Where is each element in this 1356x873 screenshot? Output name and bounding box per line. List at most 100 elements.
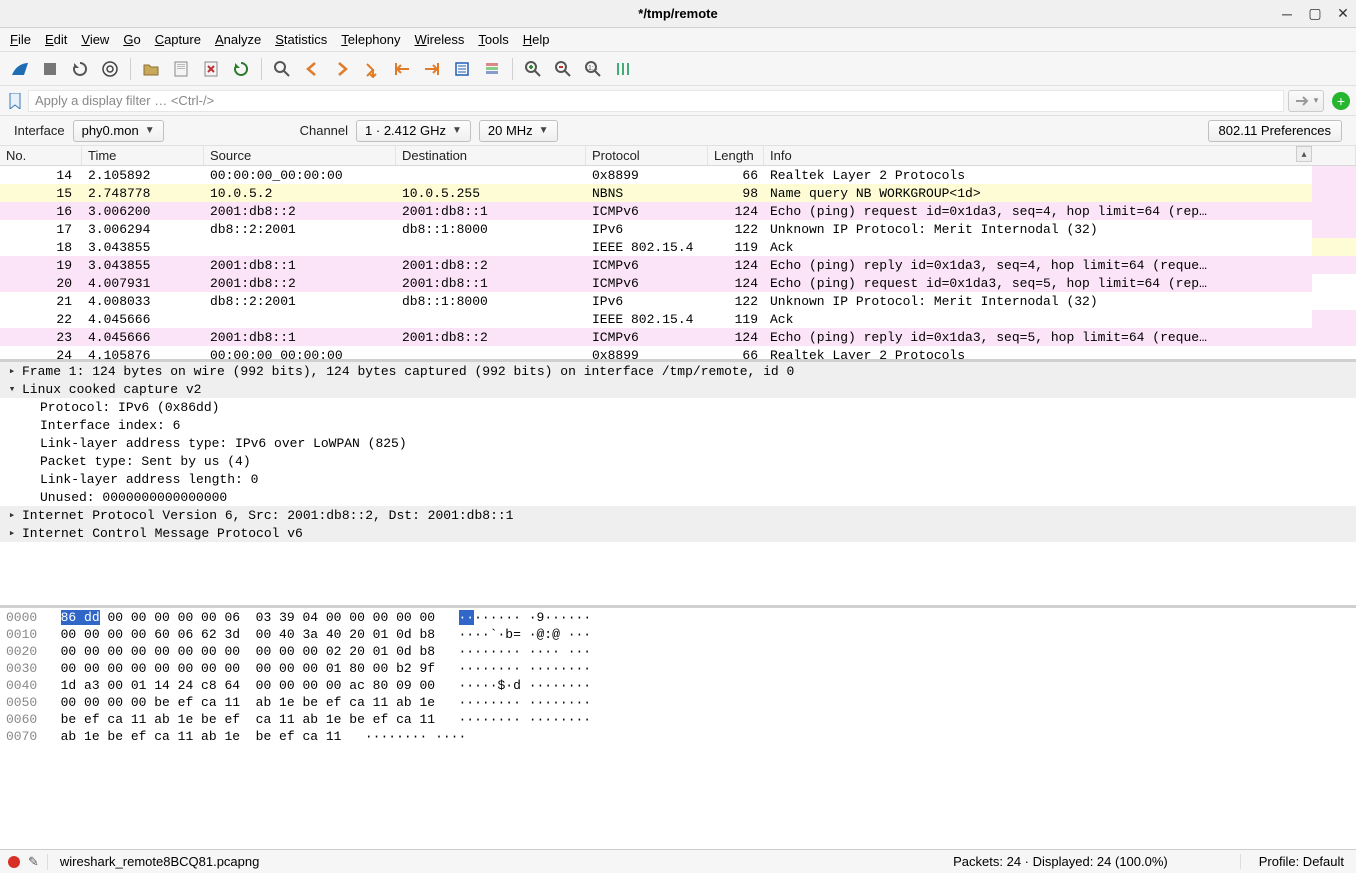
detail-line[interactable]: ▸Internet Control Message Protocol v6 xyxy=(0,524,1356,542)
packet-details-pane[interactable]: ▸Frame 1: 124 bytes on wire (992 bits), … xyxy=(0,362,1356,608)
hex-line[interactable]: 0040 1d a3 00 01 14 24 c8 64 00 00 00 00… xyxy=(6,678,1350,695)
packet-row[interactable]: 173.006294db8::2:2001db8::1:8000IPv6122U… xyxy=(0,220,1356,238)
status-file: wireshark_remote8BCQ81.pcapng xyxy=(56,854,263,869)
col-source[interactable]: Source xyxy=(204,146,396,165)
packet-row[interactable]: 214.008033db8::2:2001db8::1:8000IPv6122U… xyxy=(0,292,1356,310)
packet-list-header[interactable]: No. Time Source Destination Protocol Len… xyxy=(0,146,1356,166)
stop-capture-icon[interactable] xyxy=(36,55,64,83)
reload-icon[interactable] xyxy=(227,55,255,83)
hex-line[interactable]: 0020 00 00 00 00 00 00 00 00 00 00 00 02… xyxy=(6,644,1350,661)
hex-line[interactable]: 0000 86 dd 00 00 00 00 00 06 03 39 04 00… xyxy=(6,610,1350,627)
menu-statistics[interactable]: Statistics xyxy=(275,32,327,47)
col-time[interactable]: Time xyxy=(82,146,204,165)
interface-dropdown[interactable]: phy0.mon▼ xyxy=(73,120,164,142)
wireless-toolbar: Interface phy0.mon▼ Channel 1 · 2.412 GH… xyxy=(0,116,1356,146)
find-packet-icon[interactable] xyxy=(268,55,296,83)
hex-line[interactable]: 0050 00 00 00 00 be ef ca 11 ab 1e be ef… xyxy=(6,695,1350,712)
col-protocol[interactable]: Protocol xyxy=(586,146,708,165)
status-packets: Packets: 24 · Displayed: 24 (100.0%) xyxy=(949,854,1172,869)
bookmark-icon[interactable] xyxy=(6,90,24,112)
maximize-button[interactable]: ▢ xyxy=(1308,7,1322,21)
hex-line[interactable]: 0030 00 00 00 00 00 00 00 00 00 00 00 01… xyxy=(6,661,1350,678)
packet-row[interactable]: 234.0456662001:db8::12001:db8::2ICMPv612… xyxy=(0,328,1356,346)
shark-fin-icon[interactable] xyxy=(6,55,34,83)
close-button[interactable]: ✕ xyxy=(1336,7,1350,21)
packet-row[interactable]: 142.10589200:00:00_00:00:000x889966Realt… xyxy=(0,166,1356,184)
packet-bytes-pane[interactable]: 0000 86 dd 00 00 00 00 00 06 03 39 04 00… xyxy=(0,608,1356,849)
tree-toggle-icon[interactable]: ▸ xyxy=(6,526,18,540)
detail-line[interactable]: Link-layer address type: IPv6 over LoWPA… xyxy=(0,434,1356,452)
detail-line[interactable]: Interface index: 6 xyxy=(0,416,1356,434)
zoom-reset-icon[interactable]: 1:1 xyxy=(579,55,607,83)
menu-edit[interactable]: Edit xyxy=(45,32,67,47)
hex-line[interactable]: 0060 be ef ca 11 ab 1e be ef ca 11 ab 1e… xyxy=(6,712,1350,729)
add-filter-button[interactable]: + xyxy=(1332,92,1350,110)
tree-toggle-icon[interactable]: ▾ xyxy=(6,382,18,396)
tree-toggle-icon[interactable]: ▸ xyxy=(6,364,18,378)
minimize-button[interactable]: ─ xyxy=(1280,7,1294,21)
chevron-down-icon: ▼ xyxy=(145,125,155,136)
packet-row[interactable]: 152.74877810.0.5.210.0.5.255NBNS98Name q… xyxy=(0,184,1356,202)
menu-wireless[interactable]: Wireless xyxy=(415,32,465,47)
menu-go[interactable]: Go xyxy=(123,32,140,47)
svg-text:1:1: 1:1 xyxy=(588,65,598,72)
display-filter-input[interactable] xyxy=(28,90,1284,112)
detail-line[interactable]: ▾Linux cooked capture v2 xyxy=(0,380,1356,398)
menu-view[interactable]: View xyxy=(81,32,109,47)
hex-line[interactable]: 0010 00 00 00 00 60 06 62 3d 00 40 3a 40… xyxy=(6,627,1350,644)
packet-row[interactable]: 193.0438552001:db8::12001:db8::2ICMPv612… xyxy=(0,256,1356,274)
menu-file[interactable]: File xyxy=(10,32,31,47)
tree-toggle-icon[interactable]: ▸ xyxy=(6,508,18,522)
interface-label: Interface xyxy=(14,123,65,138)
capture-file-properties-icon[interactable]: ✎ xyxy=(28,854,39,870)
go-to-packet-icon[interactable] xyxy=(358,55,386,83)
close-file-icon[interactable] xyxy=(197,55,225,83)
menu-analyze[interactable]: Analyze xyxy=(215,32,261,47)
packet-row[interactable]: 224.045666IEEE 802.15.4119Ack xyxy=(0,310,1356,328)
col-length[interactable]: Length xyxy=(708,146,764,165)
status-profile[interactable]: Profile: Default xyxy=(1240,854,1348,869)
zoom-out-icon[interactable] xyxy=(549,55,577,83)
expert-info-icon[interactable] xyxy=(8,856,20,868)
window-title: */tmp/remote xyxy=(638,6,717,21)
packet-row[interactable]: 183.043855IEEE 802.15.4119Ack xyxy=(0,238,1356,256)
restart-capture-icon[interactable] xyxy=(66,55,94,83)
col-info[interactable]: Info xyxy=(764,146,1356,165)
go-first-packet-icon[interactable] xyxy=(388,55,416,83)
menu-telephony[interactable]: Telephony xyxy=(341,32,400,47)
detail-line[interactable]: Packet type: Sent by us (4) xyxy=(0,452,1356,470)
wireless-prefs-button[interactable]: 802.11 Preferences xyxy=(1208,120,1343,142)
hex-line[interactable]: 0070 ab 1e be ef ca 11 ab 1e be ef ca 11… xyxy=(6,729,1350,746)
go-next-packet-icon[interactable] xyxy=(328,55,356,83)
capture-options-icon[interactable] xyxy=(96,55,124,83)
go-prev-packet-icon[interactable] xyxy=(298,55,326,83)
go-last-packet-icon[interactable] xyxy=(418,55,446,83)
save-file-icon[interactable] xyxy=(167,55,195,83)
menu-capture[interactable]: Capture xyxy=(155,32,201,47)
resize-columns-icon[interactable] xyxy=(609,55,637,83)
chevron-down-icon: ▼ xyxy=(539,125,549,136)
packet-list-pane[interactable]: No. Time Source Destination Protocol Len… xyxy=(0,146,1356,362)
zoom-in-icon[interactable] xyxy=(519,55,547,83)
scroll-up-button[interactable]: ▴ xyxy=(1296,146,1312,162)
packet-row[interactable]: 244.10587600:00:00_00:00:000x889966Realt… xyxy=(0,346,1356,362)
colorize-icon[interactable] xyxy=(478,55,506,83)
apply-filter-button[interactable]: ▾ xyxy=(1288,90,1324,112)
menu-help[interactable]: Help xyxy=(523,32,550,47)
detail-line[interactable]: Link-layer address length: 0 xyxy=(0,470,1356,488)
detail-line[interactable]: ▸Internet Protocol Version 6, Src: 2001:… xyxy=(0,506,1356,524)
packet-row[interactable]: 163.0062002001:db8::22001:db8::1ICMPv612… xyxy=(0,202,1356,220)
autoscroll-icon[interactable] xyxy=(448,55,476,83)
channel-dropdown[interactable]: 1 · 2.412 GHz▼ xyxy=(356,120,471,142)
open-file-icon[interactable] xyxy=(137,55,165,83)
packet-row[interactable]: 204.0079312001:db8::22001:db8::1ICMPv612… xyxy=(0,274,1356,292)
detail-line[interactable]: ▸Frame 1: 124 bytes on wire (992 bits), … xyxy=(0,362,1356,380)
menu-tools[interactable]: Tools xyxy=(478,32,508,47)
channel-width-dropdown[interactable]: 20 MHz▼ xyxy=(479,120,558,142)
col-destination[interactable]: Destination xyxy=(396,146,586,165)
detail-line[interactable]: Protocol: IPv6 (0x86dd) xyxy=(0,398,1356,416)
detail-line[interactable]: Unused: 0000000000000000 xyxy=(0,488,1356,506)
display-filter-bar: ▾ + xyxy=(0,86,1356,116)
menubar: File Edit View Go Capture Analyze Statistics Te… xyxy=(0,28,1356,52)
col-no[interactable]: No. xyxy=(0,146,82,165)
